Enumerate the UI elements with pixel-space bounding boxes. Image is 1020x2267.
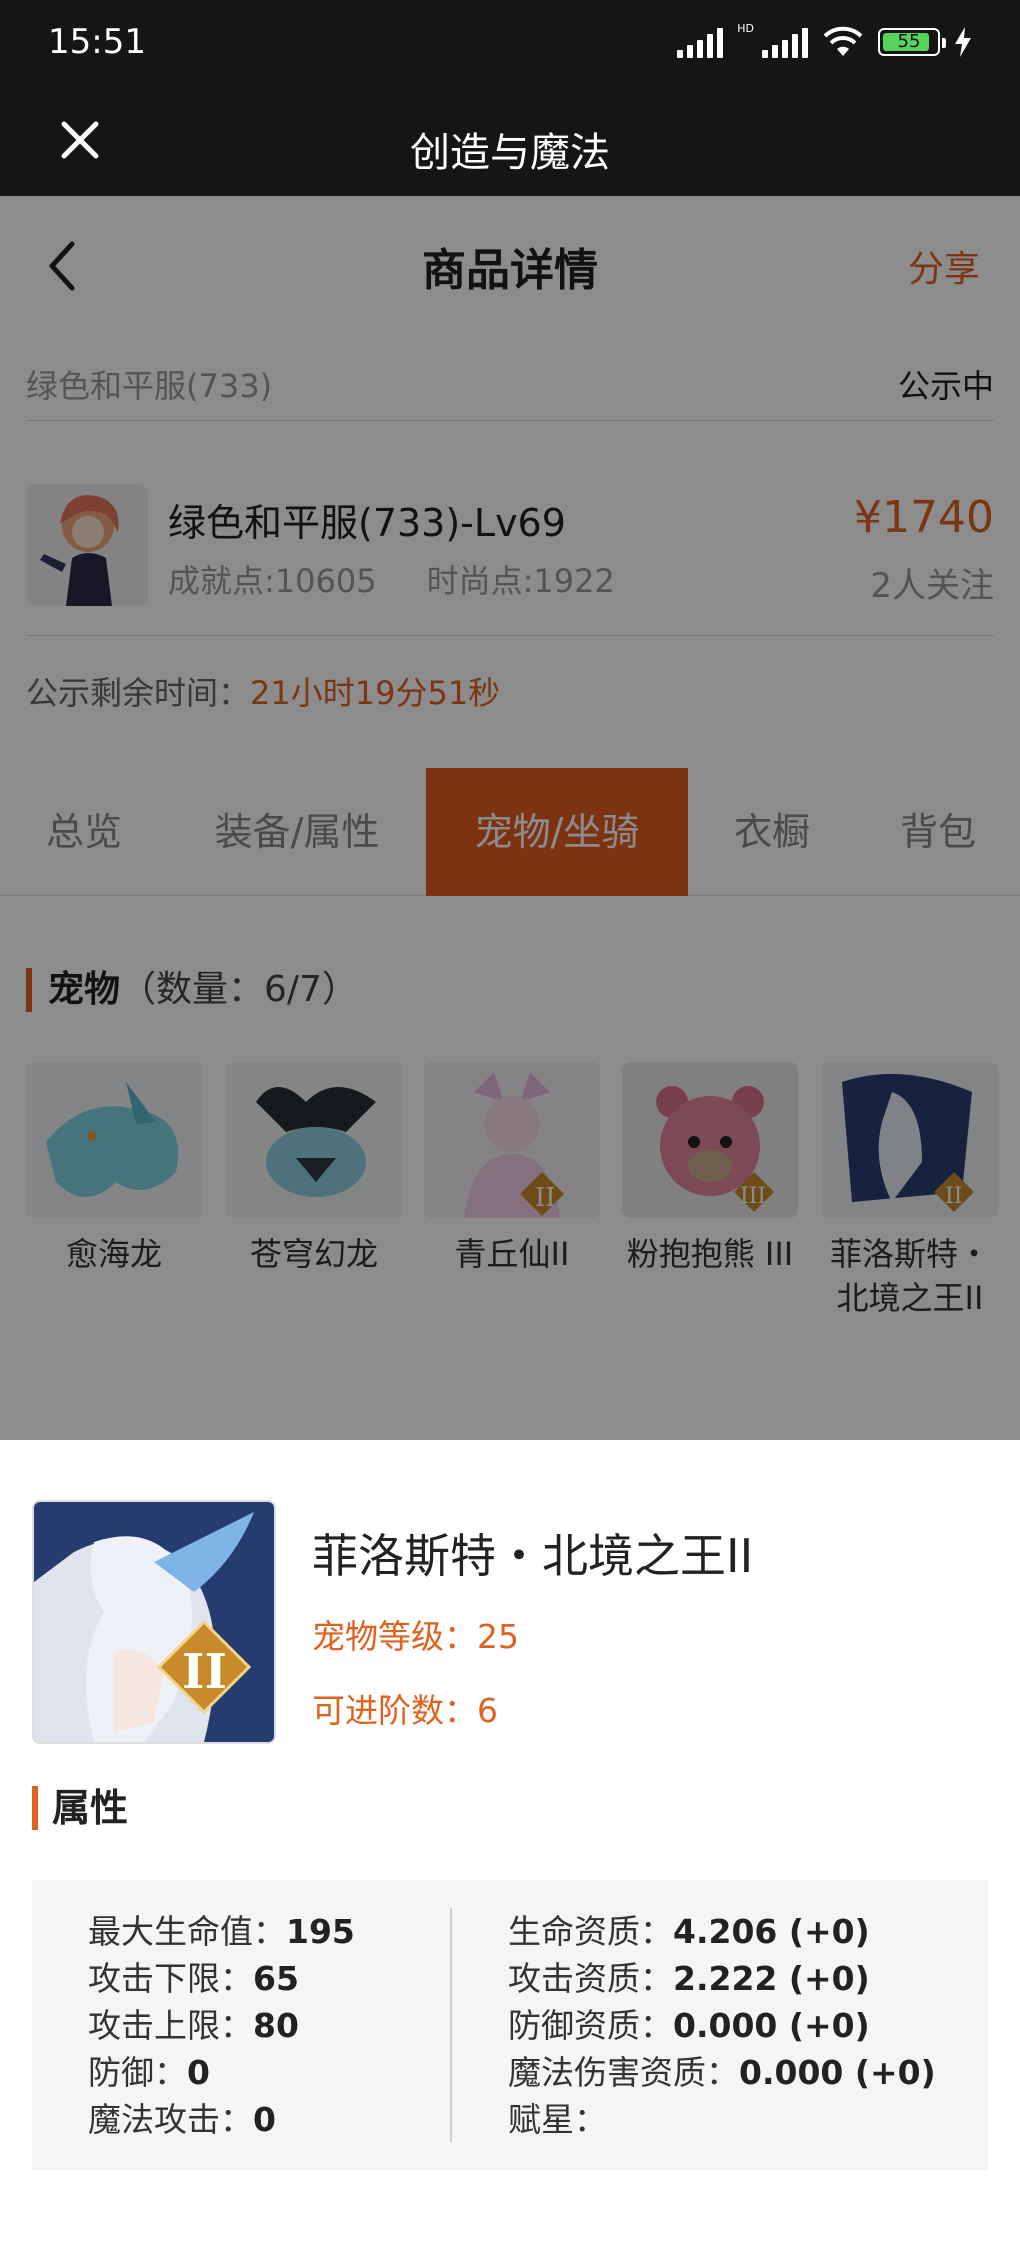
attr-line: 防御资质：0.000 (+0) [508,2002,936,2049]
attributes-left: 最大生命值：195 攻击下限：65 攻击上限：80 防御：0 魔法攻击：0 [88,1908,355,2143]
signal-icon [677,26,724,58]
attr-value: 65 [253,1959,299,1998]
attr-value: 80 [253,2006,299,2045]
attr-line: 攻击上限：80 [88,2002,355,2049]
attributes-panel: 最大生命值：195 攻击下限：65 攻击上限：80 防御：0 魔法攻击：0 生命… [32,1880,988,2170]
attr-value: 0.000 (+0) [739,2053,936,2092]
attributes-title: 属性 [32,1786,128,1830]
attributes-divider [450,1908,452,2142]
pet-detail-level: 宠物等级：25 [312,1617,519,1656]
attr-value: 0.000 (+0) [673,2006,870,2045]
attr-value: 2.222 (+0) [673,1959,870,1998]
signal-hd-icon [762,26,808,58]
status-icons: HD 55 [677,22,972,58]
attr-label: 攻击上限： [88,2006,253,2045]
attr-line: 生命资质：4.206 (+0) [508,1908,936,1955]
pet-detail-sheet: II 菲洛斯特・北境之王II 宠物等级：25 可进阶数：6 属性 最大生命值：1… [0,1440,1020,2267]
status-bar: 15:51 HD 55 [0,0,1020,90]
attr-line: 魔法伤害资质：0.000 (+0) [508,2049,936,2096]
attr-line: 攻击下限：65 [88,1955,355,2002]
charging-icon [955,27,971,57]
battery-level: 55 [897,31,921,52]
pet-detail-image: II [32,1500,276,1744]
pet-detail-advance: 可进阶数：6 [312,1691,498,1730]
attr-label: 防御： [88,2053,187,2092]
app-title: 创造与魔法 [410,130,610,176]
hd-badge: HD [737,21,754,35]
attr-label: 赋星： [508,2100,607,2139]
app-bar: 创造与魔法 [0,90,1020,196]
attr-label: 魔法伤害资质： [508,2053,739,2092]
modal-overlay[interactable] [0,196,1020,1440]
attr-label: 生命资质： [508,1912,673,1951]
attributes-right: 生命资质：4.206 (+0) 攻击资质：2.222 (+0) 防御资质：0.0… [508,1908,936,2143]
attr-line: 赋星： [508,2096,936,2143]
attr-label: 攻击资质： [508,1959,673,1998]
attr-line: 攻击资质：2.222 (+0) [508,1955,936,2002]
attr-label: 攻击下限： [88,1959,253,1998]
attr-label: 最大生命值： [88,1912,286,1951]
status-time: 15:51 [48,22,146,62]
attr-label: 防御资质： [508,2006,673,2045]
attr-label: 魔法攻击： [88,2100,253,2139]
battery-icon: 55 [878,28,946,56]
attr-value: 0 [187,2053,210,2092]
attr-value: 0 [253,2100,276,2139]
svg-text:II: II [182,1644,227,1700]
attr-line: 最大生命值：195 [88,1908,355,1955]
attr-value: 195 [286,1912,355,1951]
attr-value: 4.206 (+0) [673,1912,870,1951]
attr-line: 防御：0 [88,2049,355,2096]
pet-detail-name: 菲洛斯特・北境之王II [312,1529,754,1583]
attr-line: 魔法攻击：0 [88,2096,355,2143]
wifi-icon [823,26,863,56]
